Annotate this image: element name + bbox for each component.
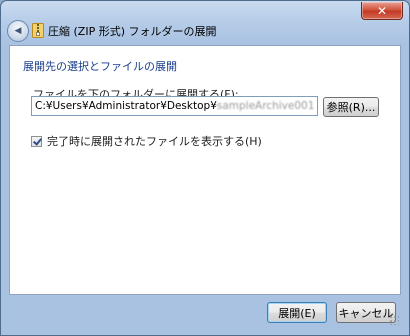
extract-button[interactable]: 展開(E) [267, 302, 327, 323]
extract-dialog-window: ✕ ◀ 圧縮 (ZIP 形式) フォルダーの展開 展開先の選択とファイルの展開 … [0, 0, 410, 336]
back-button[interactable]: ◀ [7, 20, 29, 42]
zip-folder-icon [32, 23, 44, 38]
content-panel: 展開先の選択とファイルの展開 ファイルを下のフォルダーに展開する(F): C:¥… [9, 45, 401, 295]
destination-path-input[interactable]: C:¥Users¥Administrator¥Desktop¥sampleArc… [31, 96, 318, 116]
show-files-label: 完了時に展開されたファイルを表示する(H) [47, 135, 262, 148]
section-heading: 展開先の選択とファイルの展開 [23, 60, 177, 73]
back-arrow-icon: ◀ [14, 26, 22, 36]
close-icon: ✕ [376, 3, 388, 18]
dialog-footer: 展開(E) キャンセル [9, 297, 401, 327]
window-title: 圧縮 (ZIP 形式) フォルダーの展開 [48, 25, 217, 38]
resize-grip-icon[interactable] [389, 315, 399, 325]
checkmark-icon[interactable] [31, 135, 42, 147]
browse-button[interactable]: 参照(R)... [323, 97, 379, 117]
path-text-blurred: sampleArchive001 [216, 100, 315, 112]
show-files-option[interactable]: 完了時に展開されたファイルを表示する(H) [31, 133, 262, 149]
title-bar: ◀ 圧縮 (ZIP 形式) フォルダーの展開 [1, 18, 409, 44]
cancel-button[interactable]: キャンセル [336, 302, 396, 323]
path-text: C:¥Users¥Administrator¥Desktop¥ [35, 100, 217, 112]
